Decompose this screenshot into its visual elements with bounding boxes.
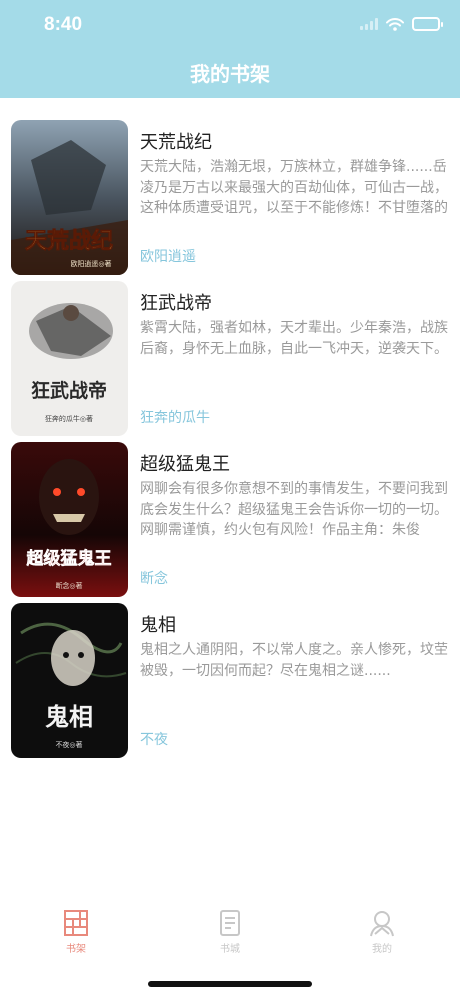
status-time: 8:40 <box>44 14 83 35</box>
home-indicator[interactable] <box>148 981 312 987</box>
book-cover[interactable]: 天荒战纪 欧阳逍遥◎著 <box>11 120 128 275</box>
bookshelf-list: 天荒战纪 欧阳逍遥◎著 天荒战纪 天荒大陆，浩瀚无垠，万族林立，群雄争锋....… <box>0 118 460 762</box>
book-title[interactable]: 天荒战纪 <box>140 128 212 154</box>
cover-title-text: 超级猛鬼王 <box>27 548 112 569</box>
book-title[interactable]: 狂武战帝 <box>140 289 212 315</box>
wifi-icon <box>386 17 404 31</box>
book-item[interactable]: 天荒战纪 欧阳逍遥◎著 天荒战纪 天荒大陆，浩瀚无垠，万族林立，群雄争锋....… <box>0 118 460 279</box>
cover-title-text: 鬼相 <box>45 702 93 731</box>
cover-author-text: 欧阳逍遥◎著 <box>70 259 111 268</box>
book-author[interactable]: 欧阳逍遥 <box>140 246 196 266</box>
tab-label: 书架 <box>66 944 86 955</box>
tab-label: 我的 <box>372 944 392 955</box>
cellular-signal-icon <box>360 18 378 30</box>
bookshelf-icon <box>64 910 88 936</box>
book-item[interactable]: 鬼相 不夜◎著 鬼相 鬼相之人通阴阳，不以常人度之。亲人惨死，坟茔被毁，一切因何… <box>0 601 460 762</box>
tab-book-store[interactable]: 书城 <box>200 908 260 955</box>
book-author[interactable]: 狂奔的瓜牛 <box>140 407 210 427</box>
book-author[interactable]: 断念 <box>140 568 168 588</box>
tab-bar: 书架 书城 我的 <box>0 902 460 962</box>
tab-label: 书城 <box>220 944 240 955</box>
book-description: 鬼相之人通阴阳，不以常人度之。亲人惨死，坟茔被毁，一切因何而起？尽在鬼相之谜..… <box>140 642 448 679</box>
tab-profile[interactable]: 我的 <box>352 908 412 955</box>
cover-title-text: 天荒战纪 <box>25 228 113 254</box>
book-description: 紫霄大陆，强者如林，天才辈出。少年秦浩，战族后裔，身怀无上血脉，自此一飞冲天，逆… <box>140 320 448 357</box>
battery-icon <box>412 17 443 31</box>
cover-title-text: 狂武战帝 <box>31 379 107 402</box>
book-cover[interactable]: 鬼相 不夜◎著 <box>11 603 128 758</box>
book-item[interactable]: 超级猛鬼王 断念◎著 超级猛鬼王 网聊会有很多你意想不到的事情发生，不要问我到底… <box>0 440 460 601</box>
cover-author-text: 断念◎著 <box>55 581 82 590</box>
book-item[interactable]: 狂武战帝 狂奔的瓜牛◎著 狂武战帝 紫霄大陆，强者如林，天才辈出。少年秦浩，战族… <box>0 279 460 440</box>
book-author[interactable]: 不夜 <box>140 729 168 749</box>
page-title: 我的书架 <box>190 62 270 86</box>
nav-header: 8:40 我的书架 <box>0 0 460 98</box>
book-store-icon <box>220 910 240 936</box>
tab-bookshelf[interactable]: 书架 <box>46 908 106 955</box>
book-title[interactable]: 超级猛鬼王 <box>140 450 230 476</box>
cover-author-text: 不夜◎著 <box>55 740 82 749</box>
book-description: 天荒大陆，浩瀚无垠，万族林立，群雄争锋......岳凌乃是万古以来最强大的百劫仙… <box>140 159 448 216</box>
profile-icon <box>370 911 394 937</box>
cover-author-text: 狂奔的瓜牛◎著 <box>45 414 93 423</box>
book-cover[interactable]: 超级猛鬼王 断念◎著 <box>11 442 128 597</box>
book-cover[interactable]: 狂武战帝 狂奔的瓜牛◎著 <box>11 281 128 436</box>
status-indicators <box>360 16 443 32</box>
book-title[interactable]: 鬼相 <box>140 611 176 637</box>
book-description: 网聊会有很多你意想不到的事情发生，不要问我到底会发生什么？超级猛鬼王会告诉你一切… <box>140 481 448 538</box>
